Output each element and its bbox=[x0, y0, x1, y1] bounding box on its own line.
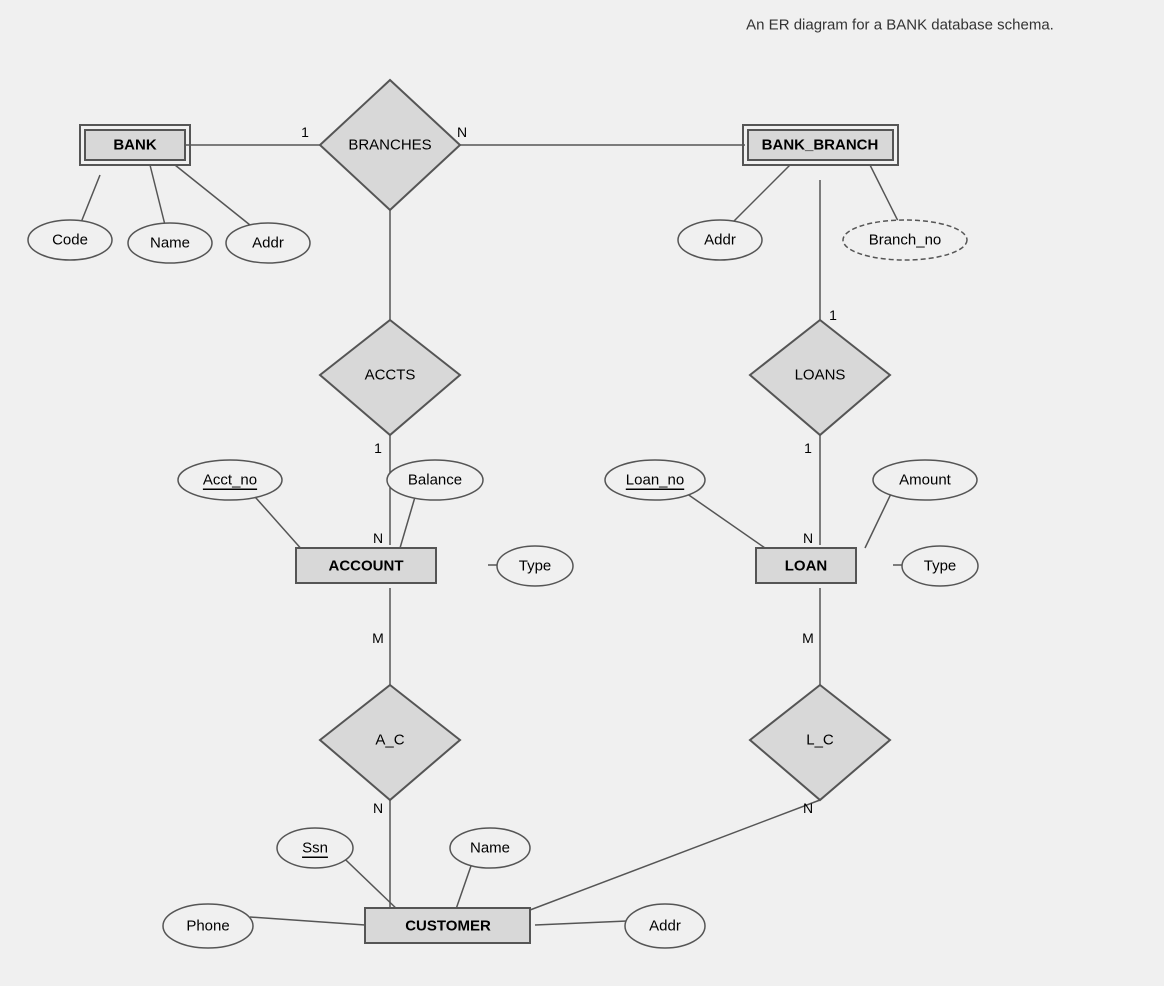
connector-bank-code bbox=[80, 175, 100, 225]
attribute-cust-addr: Addr bbox=[625, 904, 705, 948]
connector-bb-addr bbox=[730, 165, 790, 225]
attribute-bb-addr-label: Addr bbox=[704, 232, 736, 249]
card-accts-1: 1 bbox=[374, 440, 382, 456]
attribute-ssn: Ssn bbox=[277, 828, 353, 868]
relationship-ac: A_C bbox=[320, 685, 460, 800]
attribute-bank-code-label: Code bbox=[52, 232, 88, 249]
relationship-lc: L_C bbox=[750, 685, 890, 800]
connector-bb-branchno bbox=[870, 165, 900, 225]
relationship-accts: ACCTS bbox=[320, 320, 460, 435]
attribute-cust-name-label: Name bbox=[470, 840, 510, 857]
card-lc-m-loan: M bbox=[802, 630, 814, 646]
card-bankbranch-loans-1: 1 bbox=[829, 307, 837, 323]
attribute-loan-no: Loan_no bbox=[605, 460, 705, 500]
entity-account-label: ACCOUNT bbox=[329, 558, 404, 575]
card-accts-n: N bbox=[373, 530, 383, 546]
entity-bank-branch: BANK_BRANCH bbox=[743, 125, 898, 165]
attribute-ssn-label: Ssn bbox=[302, 840, 328, 857]
entity-customer: CUSTOMER bbox=[365, 908, 530, 943]
entity-bank-label: BANK bbox=[113, 137, 156, 154]
attribute-bank-addr: Addr bbox=[226, 223, 310, 263]
attribute-amount: Amount bbox=[873, 460, 977, 500]
attribute-account-type-label: Type bbox=[519, 558, 552, 575]
card-loans-n: N bbox=[803, 530, 813, 546]
card-lc-n-customer: N bbox=[803, 800, 813, 816]
relationship-branches-label: BRANCHES bbox=[348, 137, 431, 154]
attribute-loan-type: Type bbox=[902, 546, 978, 586]
attribute-cust-name: Name bbox=[450, 828, 530, 868]
attribute-bank-code: Code bbox=[28, 220, 112, 260]
card-bank-branches-1: 1 bbox=[301, 124, 309, 140]
attribute-balance: Balance bbox=[387, 460, 483, 500]
attribute-loan-no-label: Loan_no bbox=[626, 472, 684, 489]
attribute-bank-name: Name bbox=[128, 223, 212, 263]
attribute-cust-phone-label: Phone bbox=[186, 918, 229, 935]
relationship-branches: BRANCHES bbox=[320, 80, 460, 210]
attribute-acct-no: Acct_no bbox=[178, 460, 282, 500]
entity-customer-label: CUSTOMER bbox=[405, 918, 491, 935]
entity-account: ACCOUNT bbox=[296, 548, 436, 583]
attribute-cust-addr-label: Addr bbox=[649, 918, 681, 935]
entity-loan: LOAN bbox=[756, 548, 856, 583]
attribute-amount-label: Amount bbox=[899, 472, 952, 489]
relationship-loans-label: LOANS bbox=[795, 367, 846, 384]
attribute-cust-phone: Phone bbox=[163, 904, 253, 948]
attribute-account-type: Type bbox=[497, 546, 573, 586]
relationship-lc-label: L_C bbox=[806, 732, 834, 749]
relationship-loans: LOANS bbox=[750, 320, 890, 435]
attribute-acct-no-label: Acct_no bbox=[203, 472, 257, 489]
card-ac-m-account: M bbox=[372, 630, 384, 646]
caption: An ER diagram for a BANK database schema… bbox=[746, 17, 1054, 34]
relationship-ac-label: A_C bbox=[375, 732, 404, 749]
attribute-bank-addr-label: Addr bbox=[252, 235, 284, 252]
card-branches-bankbranch-n: N bbox=[457, 124, 467, 140]
connector-cust-phone bbox=[250, 917, 365, 925]
connector-bank-addr bbox=[175, 165, 250, 225]
attribute-loan-type-label: Type bbox=[924, 558, 957, 575]
attribute-bb-branch-no-label: Branch_no bbox=[869, 232, 942, 249]
attribute-bb-addr: Addr bbox=[678, 220, 762, 260]
connector-lc-customer bbox=[530, 800, 820, 910]
attribute-bb-branch-no: Branch_no bbox=[843, 220, 967, 260]
entity-loan-label: LOAN bbox=[785, 558, 828, 575]
attribute-balance-label: Balance bbox=[408, 472, 462, 489]
entity-bank: BANK bbox=[80, 125, 190, 165]
relationship-accts-label: ACCTS bbox=[365, 367, 416, 384]
connector-bank-name bbox=[150, 165, 165, 225]
card-loans-1: 1 bbox=[804, 440, 812, 456]
entity-bank-branch-label: BANK_BRANCH bbox=[762, 137, 879, 154]
attribute-bank-name-label: Name bbox=[150, 235, 190, 252]
card-ac-n-customer: N bbox=[373, 800, 383, 816]
